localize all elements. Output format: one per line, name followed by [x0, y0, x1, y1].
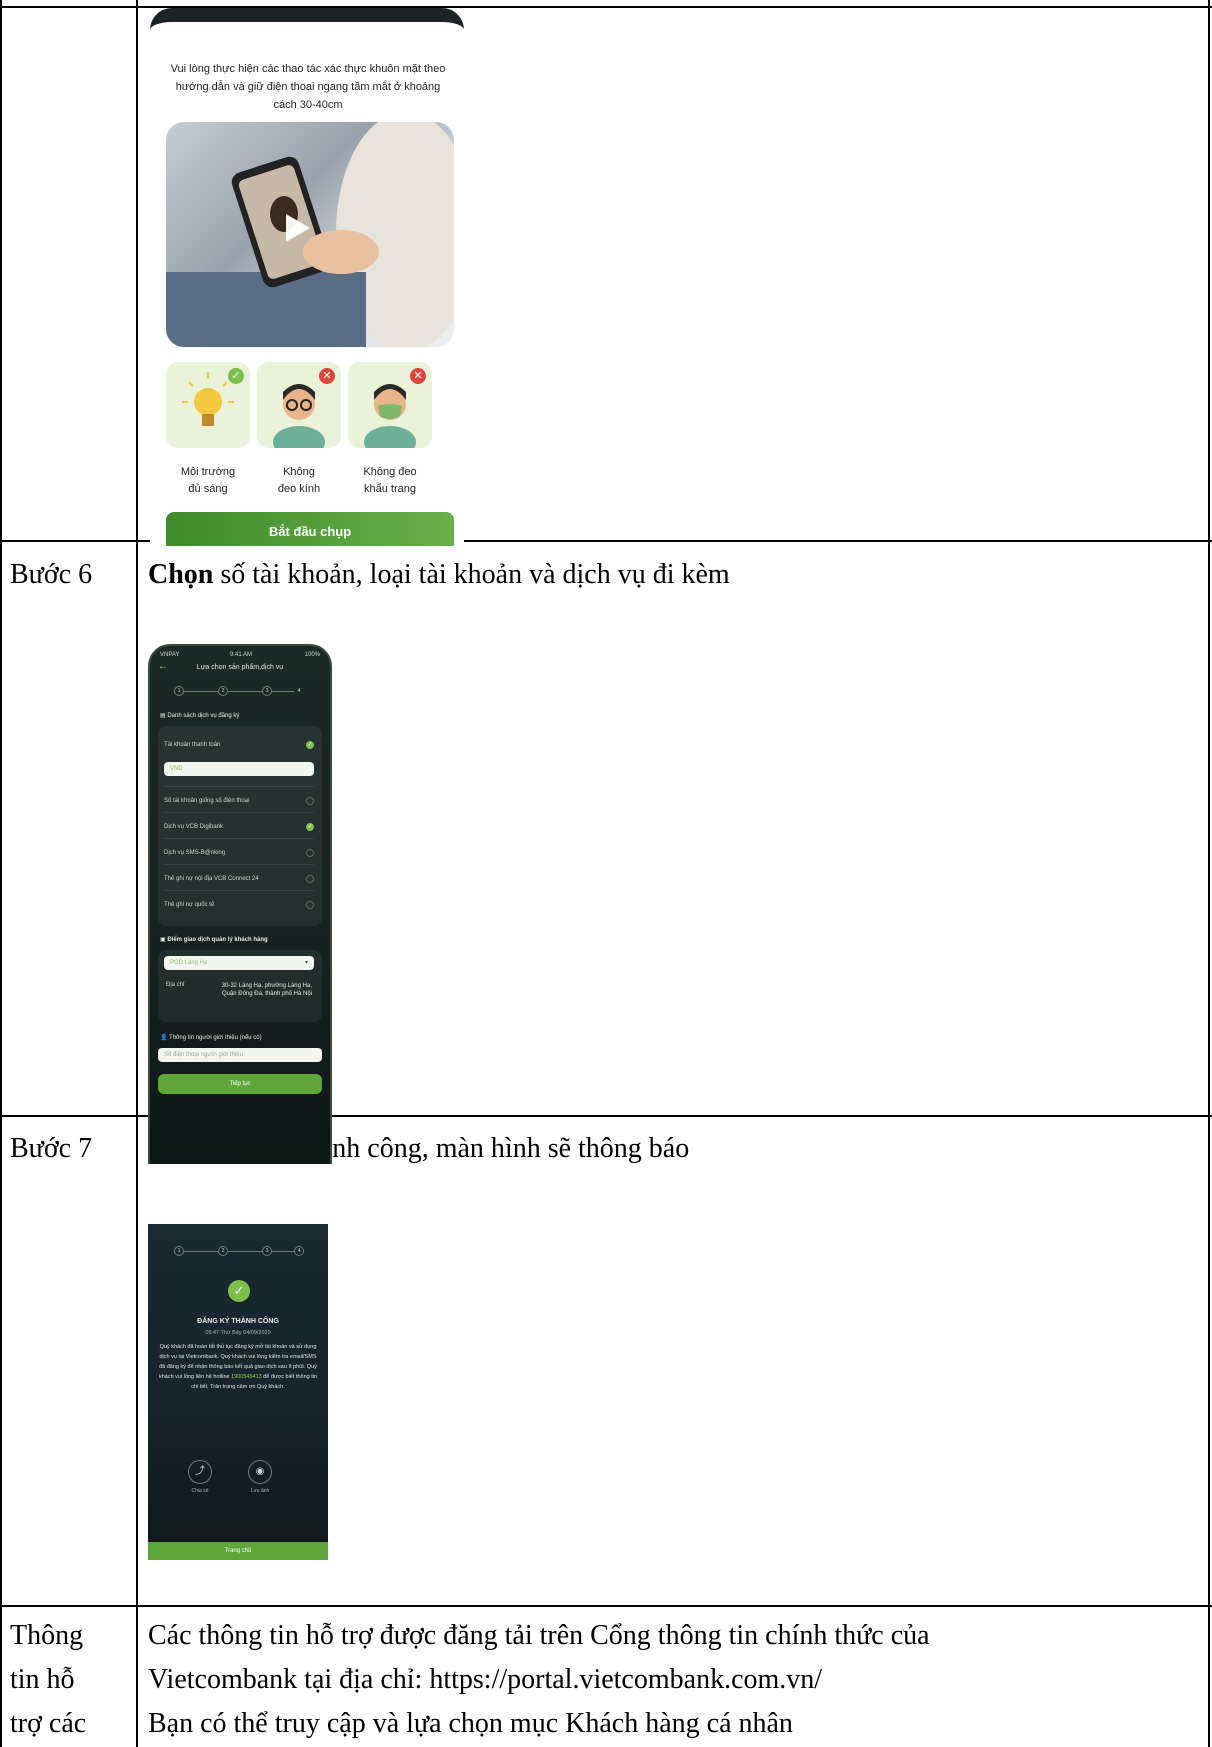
- start-capture-button[interactable]: Bắt đầu chụp: [166, 512, 454, 546]
- support-label-line: Thông: [10, 1620, 84, 1651]
- radio-icon: [306, 797, 314, 805]
- stepper: 1 2 3 4: [174, 1246, 304, 1256]
- tip-label: Không đeo khẩu trang: [363, 466, 417, 495]
- close-icon: ✕: [410, 368, 426, 384]
- check-icon: ✓: [306, 741, 314, 749]
- product-select-screenshot: VNPAY 9:41 AM 100% ← Lựa chọn sản phẩm,d…: [148, 644, 332, 1164]
- continue-button[interactable]: Tiếp tục: [158, 1074, 322, 1094]
- tip-lighting: ✓: [166, 362, 250, 448]
- service-row[interactable]: Số tài khoản giống số điện thoại: [164, 790, 314, 812]
- face-capture-screenshot: Vui lòng thực hiện các thao tác xác thực…: [150, 8, 464, 546]
- step-6-label: Bước 6: [10, 559, 93, 590]
- support-text-line: Các thông tin hỗ trợ được đăng tải trên …: [148, 1620, 930, 1651]
- table-border-left: [0, 0, 2, 1747]
- step-indicator: 2: [218, 1246, 228, 1256]
- success-screenshot: 1 2 3 4 ✓ ĐĂNG KÝ THÀNH CÔNG 09:47 Thứ B…: [148, 1224, 328, 1560]
- table-border-right: [1208, 0, 1210, 1747]
- step-indicator: 4: [294, 1246, 304, 1256]
- stepper: 1 2 3 4: [174, 686, 304, 696]
- row-divider: [0, 1605, 1212, 1607]
- step-7-label: Bước 7: [10, 1133, 93, 1164]
- service-row[interactable]: Thẻ ghi nợ nội địa VCB Connect 24: [164, 868, 314, 890]
- referrer-input[interactable]: Số điện thoại người giới thiệu: [158, 1048, 322, 1062]
- address-label: Địa chỉ: [166, 982, 185, 988]
- step-indicator: 4: [297, 688, 301, 694]
- step-indicator: 2: [218, 686, 228, 696]
- referrer-title: 👤 Thông tin người giới thiệu (nếu có): [160, 1035, 262, 1041]
- support-text-line: Vietcombank tại địa chỉ: https://portal.…: [148, 1664, 823, 1695]
- support-text-line: Bạn có thể truy cập và lựa chọn mục Khác…: [148, 1708, 793, 1739]
- radio-icon: [306, 849, 314, 857]
- success-time: 09:47 Thứ Bảy 04/09/2020: [205, 1330, 271, 1336]
- close-icon: ✕: [319, 368, 335, 384]
- service-row[interactable]: Tài khoản thanh toán ✓: [164, 734, 314, 756]
- tip-no-mask: ✕: [348, 362, 432, 458]
- share-icon[interactable]: ⤴: [188, 1460, 212, 1484]
- check-icon: ✓: [306, 823, 314, 831]
- face-capture-video[interactable]: [166, 122, 454, 347]
- step-indicator: 3: [262, 686, 272, 696]
- radio-icon: [306, 901, 314, 909]
- address-value: 30-32 Láng Hạ, phường Láng Hạ, Quận Đống…: [221, 983, 312, 997]
- success-message: Quý khách đã hoàn tất thủ tục đăng ký mở…: [158, 1344, 318, 1390]
- currency-field[interactable]: VND: [164, 762, 314, 776]
- service-row[interactable]: Thẻ ghi nợ quốc tế: [164, 894, 314, 916]
- service-row[interactable]: Dịch vụ SMS-B@nking: [164, 842, 314, 864]
- step-6-rest: số tài khoản, loại tài khoản và dịch vụ …: [213, 559, 730, 590]
- services-title: ▤ Danh sách dịch vụ đăng ký: [160, 713, 240, 719]
- step-indicator: 3: [262, 1246, 272, 1256]
- support-label-line: trợ các: [10, 1708, 87, 1739]
- branch-select[interactable]: PGD Láng Hạ ▾: [164, 956, 314, 970]
- success-check-icon: ✓: [228, 1280, 250, 1302]
- step-6-text: Chọn số tài khoản, loại tài khoản và dịc…: [148, 553, 730, 597]
- success-title: ĐĂNG KÝ THÀNH CÔNG: [197, 1318, 279, 1325]
- person-holding-phone-image: [166, 122, 454, 347]
- status-bar: VNPAY 9:41 AM 100%: [160, 652, 320, 658]
- save-image-label: Lưu ảnh: [250, 1488, 270, 1494]
- share-label: Chia sẻ: [191, 1488, 209, 1494]
- column-divider: [136, 0, 138, 1747]
- screen-title: Lựa chọn sản phẩm,dịch vụ: [196, 664, 284, 671]
- camera-icon[interactable]: ◉: [248, 1460, 272, 1484]
- check-icon: ✓: [228, 368, 244, 384]
- step-indicator: 1: [174, 686, 184, 696]
- radio-icon: [306, 875, 314, 883]
- step-6-bold: Chọn: [148, 559, 214, 590]
- tip-label: Môi trường đủ sáng: [180, 466, 236, 495]
- branch-title: ▣ Điểm giao dịch quản lý khách hàng: [160, 937, 268, 943]
- home-button[interactable]: Trang chủ: [148, 1542, 328, 1560]
- hotline-number: 1900545413: [231, 1374, 262, 1380]
- service-row[interactable]: Dịch vụ VCB Digibank ✓: [164, 816, 314, 838]
- face-capture-instruction: Vui lòng thực hiện các thao tác xác thực…: [170, 63, 446, 111]
- tip-no-glasses: ✕: [257, 362, 341, 458]
- tip-label: Không đeo kính: [277, 466, 321, 495]
- step-indicator: 1: [174, 1246, 184, 1256]
- support-label-line: tin hỗ: [10, 1664, 75, 1695]
